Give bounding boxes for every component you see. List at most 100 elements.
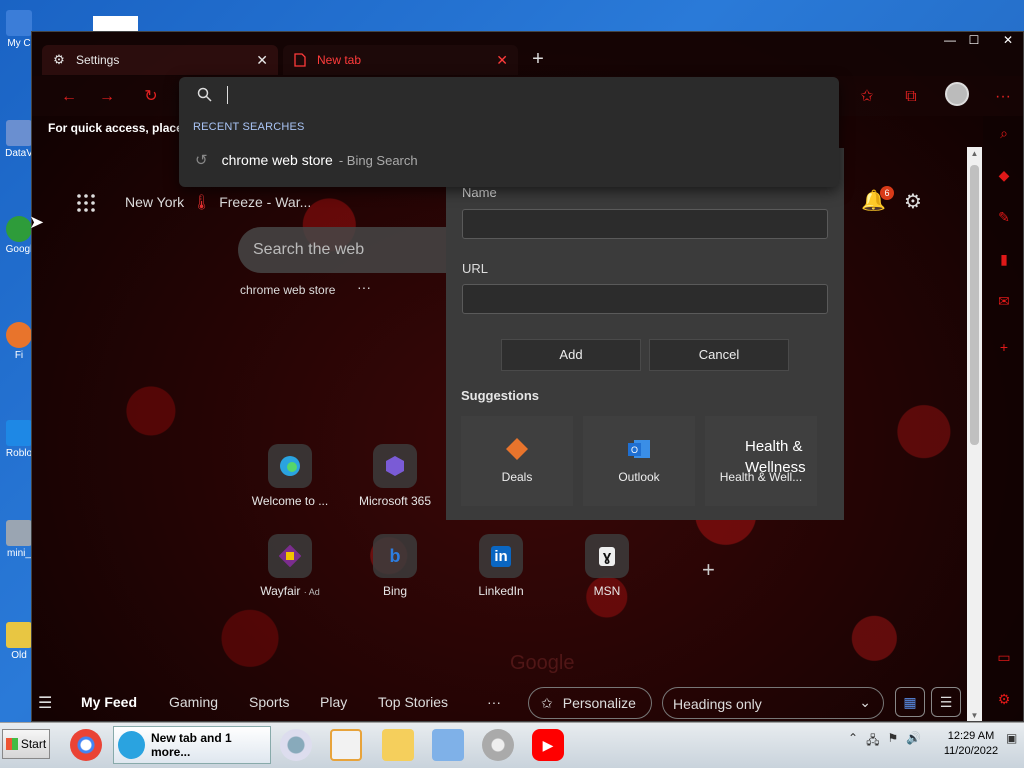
- tray-expand-icon[interactable]: ⌃: [848, 731, 858, 752]
- page-settings-icon[interactable]: ⚙: [904, 189, 922, 214]
- desktop-icon-firefox[interactable]: Fi: [4, 322, 34, 361]
- quick-link-bing[interactable]: b Bing: [335, 534, 455, 598]
- address-bar-dropdown: RECENT SEARCHES ↺ chrome web store - Bin…: [179, 77, 839, 187]
- volume-icon[interactable]: 🔊: [906, 731, 921, 752]
- recent-more-button[interactable]: ···: [357, 279, 371, 295]
- url-label: URL: [462, 261, 489, 276]
- web-search-box[interactable]: Search the web: [238, 227, 478, 273]
- clock[interactable]: 12:29 AM 11/20/2022: [940, 729, 1002, 759]
- edge-icon: [118, 731, 145, 759]
- grid-view-icon[interactable]: ▦: [895, 687, 925, 717]
- sparkle-icon: ✩: [541, 694, 553, 711]
- close-window-button[interactable]: ✕: [994, 32, 1022, 50]
- sidebar-layout-icon[interactable]: ▭: [995, 648, 1013, 666]
- taskbar-edge-window[interactable]: New tab and 1 more...: [113, 726, 271, 764]
- address-input[interactable]: [227, 86, 228, 104]
- history-icon: ↺: [195, 152, 208, 169]
- desktop-icon-old[interactable]: Old: [4, 622, 34, 661]
- add-quick-link-button[interactable]: +: [702, 557, 715, 583]
- desktop-icon-roblox[interactable]: Roblo: [4, 420, 34, 459]
- feed-tab-top-stories[interactable]: Top Stories: [378, 694, 448, 710]
- desktop-icon-my-computer[interactable]: My C: [4, 10, 34, 49]
- security-alert-icon[interactable]: ⚑: [887, 731, 898, 752]
- sidebar-search-icon[interactable]: ⌕: [995, 124, 1013, 142]
- control-panel-icon[interactable]: [432, 729, 464, 761]
- scroll-up-icon[interactable]: ▲: [969, 149, 980, 158]
- quick-link-linkedin[interactable]: in LinkedIn: [441, 534, 561, 598]
- suggestion-health-wellness[interactable]: Health & Well... Health & Wellness: [705, 416, 817, 506]
- list-view-icon[interactable]: ☰: [931, 687, 961, 717]
- close-tab-icon[interactable]: ✕: [256, 52, 268, 69]
- network-icon[interactable]: 🖧: [866, 731, 879, 752]
- scroll-down-icon[interactable]: ▼: [969, 711, 980, 720]
- quick-link-microsoft-365[interactable]: Microsoft 365: [335, 444, 455, 508]
- more-menu-icon[interactable]: ···: [990, 84, 1016, 110]
- tab-new-tab[interactable]: New tab ✕: [283, 45, 518, 75]
- edge-icon: [268, 444, 312, 488]
- quick-link-msn[interactable]: ɣ MSN: [547, 534, 667, 598]
- suggestion-outlook[interactable]: O Outlook: [583, 416, 695, 506]
- youtube-icon[interactable]: ▶: [532, 729, 564, 761]
- weather-alert: Freeze - War...: [219, 194, 312, 210]
- collections-icon[interactable]: ⧉: [898, 84, 924, 110]
- feed-tab-gaming[interactable]: Gaming: [169, 694, 218, 710]
- page-icon: [293, 53, 307, 67]
- back-icon[interactable]: ←: [56, 84, 82, 110]
- app-launcher-icon[interactable]: [76, 193, 96, 213]
- sidebar-outlook-icon[interactable]: ✉: [995, 292, 1013, 310]
- thermometer-icon: 🌡: [192, 194, 212, 211]
- refresh-icon[interactable]: ↻: [138, 84, 164, 110]
- maximize-button[interactable]: ☐: [960, 32, 988, 50]
- feed-tab-my-feed[interactable]: My Feed: [81, 694, 137, 710]
- favorites-icon[interactable]: ✩: [854, 84, 880, 110]
- chrome-icon[interactable]: [70, 729, 102, 761]
- quick-link-welcome[interactable]: Welcome to ...: [230, 444, 350, 508]
- image-alt-text: Health & Wellness: [745, 438, 806, 476]
- taskbar: Start New tab and 1 more... ▶ ⌃ 🖧 ⚑ 🔊 12…: [0, 722, 1024, 768]
- profile-avatar[interactable]: [945, 82, 969, 106]
- feed-tab-sports[interactable]: Sports: [249, 694, 289, 710]
- close-tab-icon[interactable]: ✕: [496, 52, 508, 69]
- suggestion-deals[interactable]: Deals: [461, 416, 573, 506]
- recent-search-result[interactable]: ↺ chrome web store - Bing Search: [179, 145, 839, 175]
- headings-select[interactable]: Headings only ⌄: [662, 687, 884, 719]
- sidebar-office-icon[interactable]: ▮: [995, 250, 1013, 268]
- gear-icon: ⚙: [53, 52, 65, 67]
- tab-settings[interactable]: ⚙ Settings ✕: [42, 45, 278, 75]
- media-player-icon[interactable]: [330, 729, 362, 761]
- sidebar-tools-icon[interactable]: ✎: [995, 208, 1013, 226]
- microsoft-365-icon: [373, 444, 417, 488]
- show-desktop-icon[interactable]: ▣: [1006, 731, 1017, 745]
- bing-icon: b: [373, 534, 417, 578]
- file-explorer-icon[interactable]: [382, 729, 414, 761]
- personalize-button[interactable]: ✩ Personalize: [528, 687, 652, 719]
- hamburger-menu-icon[interactable]: ☰: [38, 693, 52, 713]
- sidebar-discover-icon[interactable]: ◆: [995, 166, 1013, 184]
- add-button[interactable]: Add: [501, 339, 641, 371]
- cancel-button[interactable]: Cancel: [649, 339, 789, 371]
- msn-icon: ɣ: [585, 534, 629, 578]
- name-field[interactable]: [462, 209, 828, 239]
- url-field[interactable]: [462, 284, 828, 314]
- scrollbar[interactable]: ▲ ▼: [967, 147, 982, 721]
- feed-tab-play[interactable]: Play: [320, 694, 347, 710]
- sidebar-settings-icon[interactable]: ⚙: [995, 690, 1013, 708]
- wayfair-icon: [268, 534, 312, 578]
- weather-widget[interactable]: New York 🌡 Freeze - War...: [125, 193, 311, 211]
- recent-search-chip[interactable]: chrome web store: [240, 283, 335, 297]
- search-icon: [197, 87, 212, 106]
- new-tab-button[interactable]: +: [526, 48, 550, 72]
- quick-link-wayfair[interactable]: Wayfair · Ad: [230, 534, 350, 598]
- speaker-app-icon[interactable]: [482, 729, 514, 761]
- favorites-bar-hint: For quick access, place y: [48, 121, 193, 135]
- start-button[interactable]: Start: [2, 729, 50, 759]
- feed-more-button[interactable]: ···: [487, 694, 501, 710]
- user-accounts-icon[interactable]: [280, 729, 312, 761]
- add-site-dialog: Name URL Add Cancel Suggestions Deals O …: [446, 148, 844, 520]
- desktop-icon-mini[interactable]: mini_: [4, 520, 34, 559]
- mouse-cursor-icon: ➤: [29, 212, 45, 232]
- sidebar-add-icon[interactable]: +: [995, 338, 1013, 356]
- scroll-thumb[interactable]: [970, 165, 979, 445]
- desktop-icon-datav[interactable]: DataV: [4, 120, 34, 159]
- forward-icon[interactable]: →: [94, 84, 120, 110]
